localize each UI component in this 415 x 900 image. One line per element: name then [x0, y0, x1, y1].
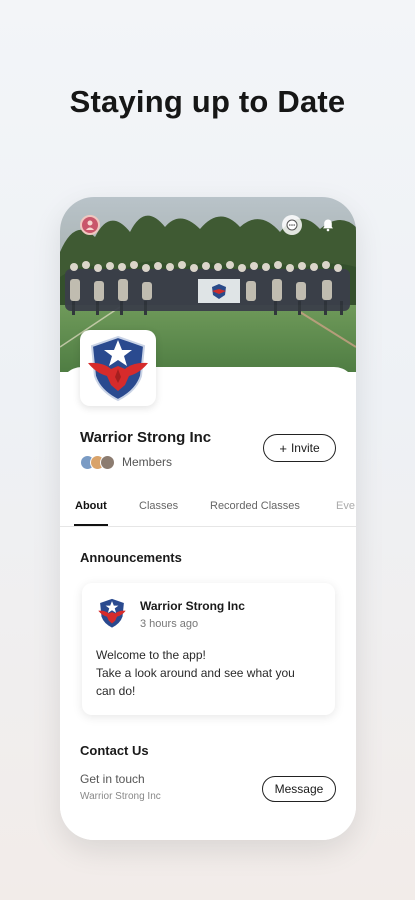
post-body-line: Welcome to the app! — [96, 648, 206, 662]
warrior-shield-logo-icon — [88, 335, 148, 402]
phone-frame: Warrior Strong Inc Members + Invite Abou… — [60, 197, 356, 840]
invite-button[interactable]: + Invite — [263, 434, 336, 462]
tab-classes[interactable]: Classes — [139, 500, 178, 512]
announcements-title: Announcements — [80, 550, 182, 565]
post-body-line: Take a look around and see what you — [96, 666, 295, 680]
member-avatar — [100, 454, 115, 470]
chat-icon[interactable] — [282, 215, 302, 235]
contact-subtitle: Get in touch — [80, 772, 145, 786]
profile-avatar-icon[interactable] — [80, 215, 100, 235]
plus-icon: + — [279, 440, 287, 456]
contact-org-name: Warrior Strong Inc — [80, 791, 161, 802]
group-content-card: Warrior Strong Inc Members + Invite Abou… — [60, 330, 356, 840]
members-row[interactable]: Members — [80, 453, 172, 471]
members-label: Members — [122, 455, 173, 469]
post-author: Warrior Strong Inc — [140, 599, 245, 613]
message-button[interactable]: Message — [262, 776, 336, 802]
tab-events[interactable]: Eve — [336, 500, 355, 512]
post-body: Welcome to the app! Take a look around a… — [96, 646, 326, 700]
tab-about[interactable]: About — [75, 500, 107, 512]
contact-title: Contact Us — [80, 743, 149, 758]
announcement-post[interactable]: Warrior Strong Inc 3 hours ago Welcome t… — [82, 583, 335, 715]
bell-icon[interactable] — [318, 215, 338, 235]
group-logo — [80, 330, 156, 406]
tab-bar: About Classes Recorded Classes Eve — [60, 493, 356, 527]
post-body-line: can do! — [96, 684, 136, 698]
author-logo-icon — [98, 598, 126, 628]
post-timestamp: 3 hours ago — [140, 618, 199, 630]
group-name: Warrior Strong Inc — [80, 429, 212, 446]
invite-label: Invite — [290, 441, 320, 455]
promo-headline: Staying up to Date — [69, 84, 346, 119]
tab-recorded-classes[interactable]: Recorded Classes — [210, 500, 300, 512]
active-tab-indicator — [74, 524, 108, 526]
